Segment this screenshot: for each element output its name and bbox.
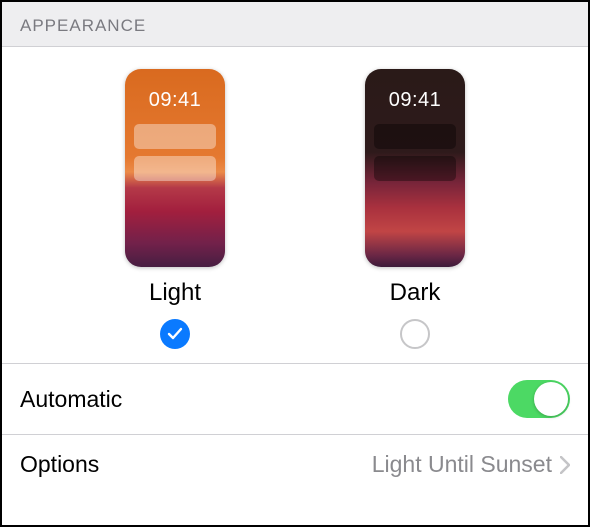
automatic-label: Automatic (20, 386, 122, 413)
chevron-right-icon (560, 456, 570, 474)
checkmark-icon (167, 326, 183, 342)
appearance-mode-picker: 09:41 Light 09:41 Dark (2, 47, 588, 363)
preview-notifications (374, 124, 456, 188)
appearance-option-light-label: Light (149, 279, 201, 307)
options-row-right: Light Until Sunset (372, 451, 570, 478)
options-value: Light Until Sunset (372, 451, 552, 478)
appearance-option-light[interactable]: 09:41 Light (115, 69, 235, 349)
light-preview-thumbnail: 09:41 (125, 69, 225, 267)
appearance-option-dark-radio[interactable] (400, 319, 430, 349)
automatic-row: Automatic (2, 363, 588, 434)
appearance-option-dark-label: Dark (390, 279, 441, 307)
preview-time-label: 09:41 (125, 89, 225, 112)
appearance-option-light-radio[interactable] (160, 319, 190, 349)
preview-notifications (134, 124, 216, 188)
options-label: Options (20, 451, 99, 478)
preview-time-label: 09:41 (365, 89, 465, 112)
dark-preview-thumbnail: 09:41 (365, 69, 465, 267)
switch-knob (534, 382, 568, 416)
preview-notification-bar (374, 156, 456, 181)
preview-notification-bar (134, 124, 216, 149)
section-header-appearance: APPEARANCE (2, 2, 588, 47)
preview-notification-bar (134, 156, 216, 181)
preview-notification-bar (374, 124, 456, 149)
appearance-option-dark[interactable]: 09:41 Dark (355, 69, 475, 349)
automatic-switch[interactable] (508, 380, 570, 418)
options-row[interactable]: Options Light Until Sunset (2, 434, 588, 494)
